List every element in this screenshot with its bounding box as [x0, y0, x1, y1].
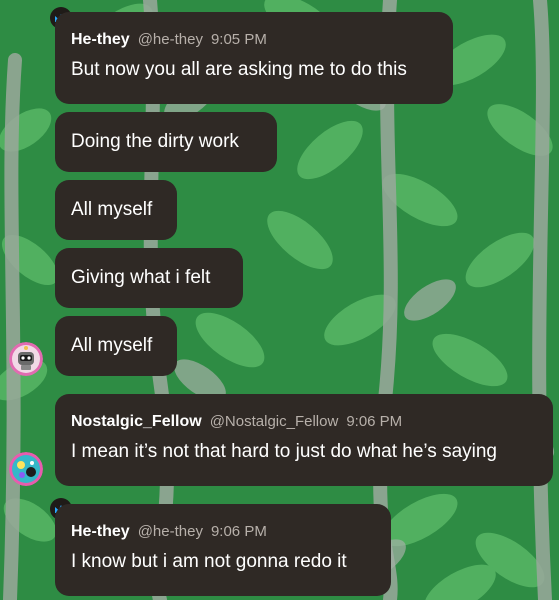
- message-bubble[interactable]: Doing the dirty work: [55, 112, 277, 172]
- message-text: All myself: [71, 335, 153, 356]
- message-header: Nostalgic_Fellow @Nostalgic_Fellow 9:06 …: [71, 413, 537, 431]
- message-text: I know but i am not gonna redo it: [71, 551, 347, 572]
- timestamp: 9:06 PM: [210, 523, 267, 540]
- avatar[interactable]: [9, 342, 43, 376]
- timestamp: 9:06 PM: [346, 413, 403, 430]
- message-bubble[interactable]: He-they @he-they 9:06 PM I know but i am…: [55, 504, 391, 596]
- robot-avatar-icon: [9, 342, 43, 376]
- sparkle-avatar-icon: [9, 452, 43, 486]
- message-bubble[interactable]: All myself: [55, 316, 177, 376]
- message-header: He-they @he-they 9:06 PM: [71, 523, 375, 541]
- message-bubble[interactable]: He-they @he-they 9:05 PM But now you all…: [55, 12, 453, 104]
- message-header: He-they @he-they 9:05 PM: [71, 31, 437, 49]
- message-text: All myself: [71, 199, 153, 220]
- message-bubble[interactable]: Giving what i felt: [55, 248, 243, 308]
- message-bubble[interactable]: All myself: [55, 180, 177, 240]
- message-text: Doing the dirty work: [71, 131, 239, 152]
- author-name[interactable]: He-they: [71, 31, 130, 49]
- avatar[interactable]: [9, 452, 43, 486]
- message-bubble[interactable]: Nostalgic_Fellow @Nostalgic_Fellow 9:06 …: [55, 394, 553, 486]
- timestamp: 9:05 PM: [210, 31, 267, 48]
- author-handle: @he-they: [137, 523, 203, 540]
- author-name[interactable]: Nostalgic_Fellow: [71, 413, 202, 431]
- author-name[interactable]: He-they: [71, 523, 130, 541]
- author-handle: @he-they: [137, 31, 203, 48]
- message-text: I mean it’s not that hard to just do wha…: [71, 441, 497, 462]
- author-handle: @Nostalgic_Fellow: [209, 413, 339, 430]
- message-text: But now you all are asking me to do this: [71, 59, 407, 80]
- message-text: Giving what i felt: [71, 267, 211, 288]
